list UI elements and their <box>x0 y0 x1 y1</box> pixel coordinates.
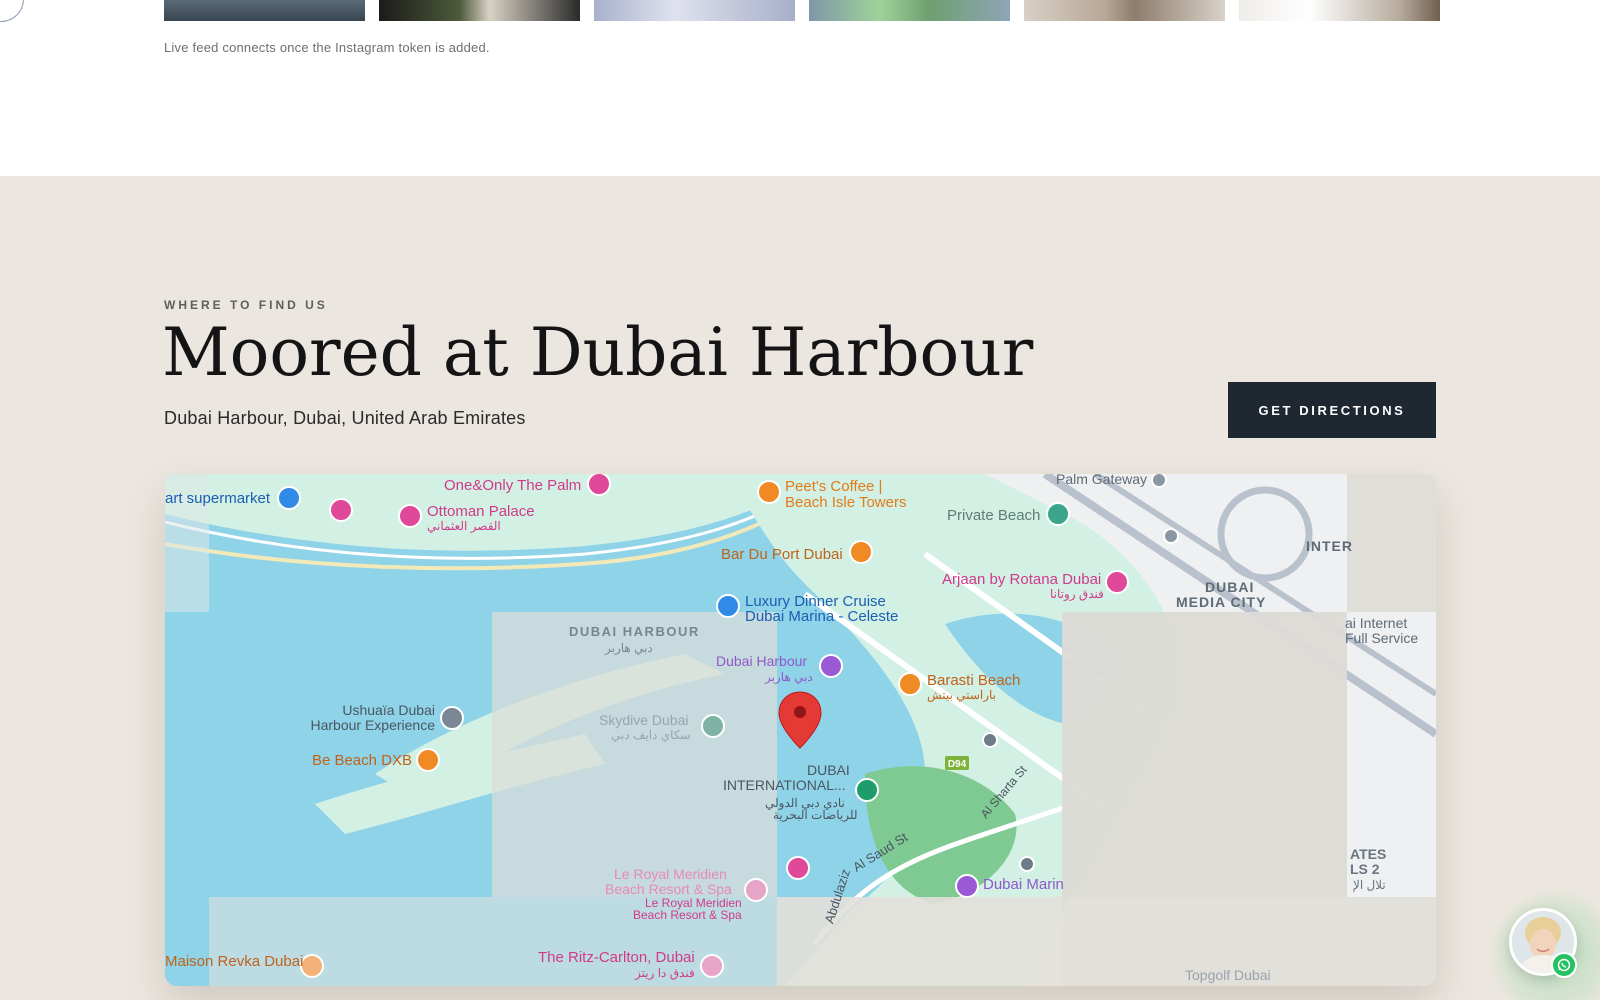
restaurant-icon[interactable] <box>416 748 440 772</box>
hotel-icon[interactable] <box>744 878 768 902</box>
transit-icon[interactable] <box>1163 528 1179 544</box>
road-shield-label: D94 <box>948 759 967 770</box>
instagram-thumbnails <box>164 0 1440 21</box>
restaurant-icon[interactable] <box>849 540 873 564</box>
attraction-icon[interactable] <box>701 714 725 738</box>
map-label: القصر العثماني <box>427 519 501 533</box>
section-eyebrow: WHERE TO FIND US <box>164 298 328 312</box>
map-label: Beach Resort & Spa <box>605 881 732 897</box>
transit-icon[interactable] <box>1019 856 1035 872</box>
map-label: Ushuaïa Dubai <box>342 702 435 718</box>
activity-icon[interactable] <box>329 498 353 522</box>
bar-icon[interactable] <box>898 672 922 696</box>
instagram-thumbnail[interactable] <box>164 0 365 21</box>
map-label: دبي هاربر <box>764 670 813 684</box>
map-label: ATES <box>1350 846 1386 862</box>
map-label: سكاي دايف دبي <box>611 728 691 742</box>
map-label: MEDIA CITY <box>1176 594 1266 610</box>
map-label: art supermarket <box>165 490 271 507</box>
map-label: Private Beach <box>947 507 1040 524</box>
map-label: دبي هاربر <box>604 641 653 655</box>
map-label: INTER <box>1306 538 1353 554</box>
camera-icon[interactable] <box>955 874 979 898</box>
get-directions-button[interactable]: GET DIRECTIONS <box>1228 382 1436 438</box>
attraction-icon[interactable] <box>440 706 464 730</box>
instagram-thumbnail[interactable] <box>594 0 795 21</box>
map-label: Full Service <box>1345 630 1418 646</box>
carousel-prev-button[interactable] <box>0 0 24 22</box>
map-label: DUBAI <box>1205 579 1254 595</box>
map-label: Harbour Experience <box>310 717 435 733</box>
map-label: Ottoman Palace <box>427 503 535 520</box>
hotel-icon[interactable] <box>786 856 810 880</box>
map-tile-placeholder <box>777 897 1062 986</box>
map-label: للرياضات البحرية <box>773 808 857 822</box>
map-label: DUBAI HARBOUR <box>569 624 700 639</box>
map-label: Skydive Dubai <box>599 712 689 728</box>
section-title: Moored at Dubai Harbour <box>162 314 1034 391</box>
instagram-thumbnail[interactable] <box>1024 0 1225 21</box>
map-label: Barasti Beach <box>927 672 1020 689</box>
map-tile-placeholder <box>1347 474 1436 612</box>
cafe-icon[interactable] <box>757 480 781 504</box>
marina-icon[interactable] <box>855 778 879 802</box>
hotel-icon[interactable] <box>700 954 724 978</box>
instagram-feed-section: Live feed connects once the Instagram to… <box>0 0 1600 176</box>
map-label: Peet's Coffee | <box>785 478 882 495</box>
map-label: Arjaan by Rotana Dubai <box>942 571 1101 588</box>
whatsapp-icon[interactable] <box>1551 952 1577 978</box>
hotel-icon[interactable] <box>587 474 611 496</box>
beach-icon[interactable] <box>1046 502 1070 526</box>
map-label: INTERNATIONAL... <box>723 777 846 793</box>
hotel-icon[interactable] <box>1105 570 1129 594</box>
map-label: One&Only The Palm <box>444 477 581 494</box>
map-label: فندق روتانا <box>1050 587 1104 601</box>
restaurant-icon[interactable] <box>300 954 324 978</box>
map-label: Topgolf Dubai <box>1185 967 1271 983</box>
shop-icon[interactable] <box>277 486 301 510</box>
map-label: باراستي بيتش <box>927 688 996 702</box>
map-label: Dubai Marina - Celeste <box>745 608 898 625</box>
instagram-feed-note: Live feed connects once the Instagram to… <box>164 40 490 55</box>
map-label: Palm Gateway <box>1056 474 1147 487</box>
transit-icon[interactable] <box>1151 474 1167 488</box>
location-section: WHERE TO FIND US Moored at Dubai Harbour… <box>0 176 1600 1000</box>
camera-icon[interactable] <box>819 654 843 678</box>
instagram-thumbnail[interactable] <box>379 0 580 21</box>
map-label: فندق دا ريتز <box>634 966 695 980</box>
location-map[interactable]: D94 art supermarket One&Only The Palm Ot… <box>165 474 1436 986</box>
map-label: ai Internet <box>1345 615 1407 631</box>
instagram-thumbnail[interactable] <box>809 0 1010 21</box>
map-label: Dubai Harbour <box>716 653 807 669</box>
map-label: Be Beach DXB <box>312 752 412 769</box>
map-label: تلال الإ <box>1353 878 1386 893</box>
map-label: Beach Resort & Spa <box>633 908 742 922</box>
map-label: LS 2 <box>1350 861 1380 877</box>
map-label: Le Royal Meridien <box>614 866 727 882</box>
map-label: DUBAI <box>807 762 850 778</box>
map-label: Maison Revka Dubai <box>165 953 303 970</box>
address-text: Dubai Harbour, Dubai, United Arab Emirat… <box>164 408 526 428</box>
hotel-icon[interactable] <box>398 504 422 528</box>
map-canvas[interactable]: D94 art supermarket One&Only The Palm Ot… <box>165 474 1436 986</box>
instagram-thumbnail[interactable] <box>1239 0 1440 21</box>
map-label: Bar Du Port Dubai <box>721 546 843 563</box>
map-label: Dubai Marin <box>983 876 1064 893</box>
transit-icon[interactable] <box>982 732 998 748</box>
cruise-icon[interactable] <box>716 594 740 618</box>
map-tile-placeholder <box>1062 612 1347 897</box>
map-label: The Ritz-Carlton, Dubai <box>538 949 695 966</box>
map-label: Beach Isle Towers <box>785 494 906 511</box>
